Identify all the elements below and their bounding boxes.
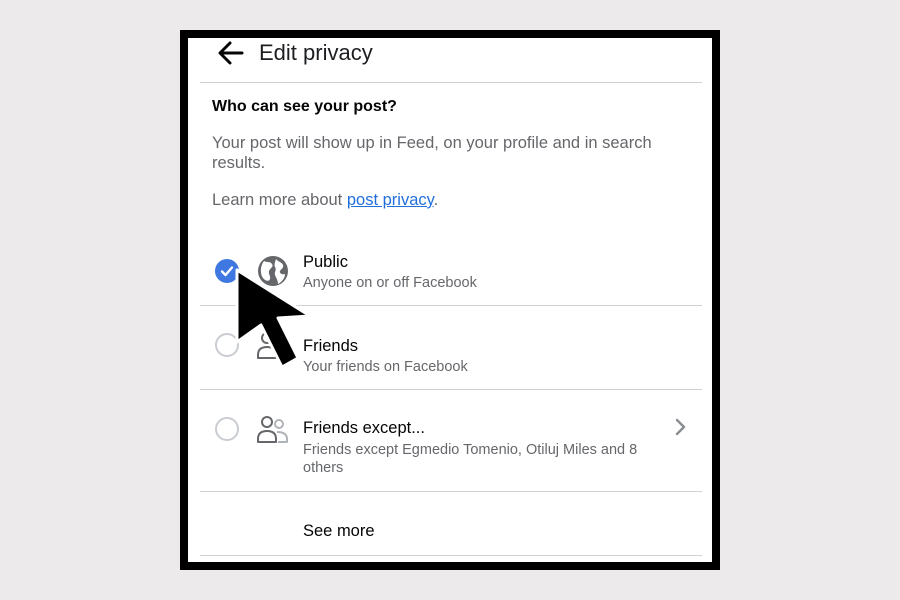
option-public-title: Public [303,253,348,271]
radio-friends[interactable] [215,333,239,357]
option-divider [200,491,702,492]
option-friends-except-subtitle: Friends except Egmedio Tomenio, Otiluj M… [303,442,638,476]
friends-icon [257,332,288,359]
option-public-subtitle: Anyone on or off Facebook [303,275,477,291]
learn-more-text: Learn more about post privacy. [212,190,438,210]
option-friends-title: Friends [303,337,359,355]
option-friends-subtitle: Your friends on Facebook [303,359,468,375]
option-friends-except[interactable]: Friends except... Friends except Egmedio… [200,390,702,491]
option-friends-except-title: Friends except... [303,419,425,437]
phone-frame: Edit privacy Who can see your post? Your… [180,30,720,570]
radio-friends-except[interactable] [215,417,239,441]
audience-question: Who can see your post? [212,98,397,115]
audience-description: Your post will show up in Feed, on your … [212,134,652,172]
friends-except-icon [257,416,288,443]
checkmark-icon [220,266,234,277]
globe-icon [258,256,288,286]
edit-privacy-screen: Edit privacy Who can see your post? Your… [188,38,712,562]
page-title: Edit privacy [259,40,373,65]
header: Edit privacy [188,38,712,82]
bottom-divider [200,555,702,556]
back-button[interactable] [214,38,246,68]
back-arrow-icon [218,41,244,65]
post-privacy-link[interactable]: post privacy [347,191,434,209]
radio-public-selected[interactable] [215,259,239,283]
learn-more-suffix: . [433,191,439,209]
option-public[interactable]: Public Anyone on or off Facebook [200,238,702,305]
see-more-button[interactable]: See more [303,521,375,541]
learn-more-prefix: Learn more about [212,191,347,209]
header-divider [200,82,702,83]
chevron-right-icon [675,418,686,436]
option-friends[interactable]: Friends Your friends on Facebook [200,306,702,389]
